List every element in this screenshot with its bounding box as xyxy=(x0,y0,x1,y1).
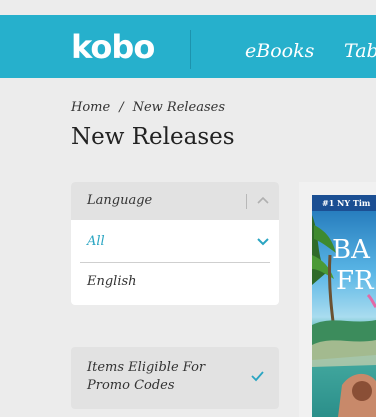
breadcrumb-home[interactable]: Home xyxy=(71,100,110,115)
language-option-english[interactable]: English xyxy=(87,274,137,290)
language-filter-label: Language xyxy=(87,193,153,208)
language-option-all[interactable]: All xyxy=(87,234,105,250)
header-divider xyxy=(190,30,191,69)
promo-filter-label: Items Eligible For Promo Codes xyxy=(87,360,206,393)
breadcrumb-separator: / xyxy=(119,100,124,115)
chevron-up-icon[interactable] xyxy=(256,194,270,206)
header-separator xyxy=(246,194,247,209)
nav-tablets[interactable]: Tab xyxy=(344,39,376,63)
top-strip xyxy=(0,0,376,15)
nav-ebooks[interactable]: eBooks xyxy=(245,39,314,63)
book-cover-image[interactable]: #1 NY Tim BA FR xyxy=(312,195,376,417)
language-filter-header[interactable]: Language xyxy=(71,182,279,220)
cover-title-line1: BA xyxy=(332,235,371,265)
cover-title-line2: FR xyxy=(336,266,375,296)
option-divider xyxy=(80,262,270,263)
breadcrumb-current[interactable]: New Releases xyxy=(133,100,225,115)
page-title: New Releases xyxy=(71,124,235,150)
promo-filter[interactable]: Items Eligible For Promo Codes xyxy=(71,347,279,409)
site-header: kobo eBooks Tab xyxy=(0,15,376,78)
kobo-logo[interactable]: kobo xyxy=(71,29,155,65)
chevron-down-icon[interactable] xyxy=(256,236,270,248)
breadcrumb: Home / New Releases xyxy=(71,100,225,116)
checkmark-icon xyxy=(251,371,264,382)
cover-tagline: #1 NY Tim xyxy=(322,198,371,208)
